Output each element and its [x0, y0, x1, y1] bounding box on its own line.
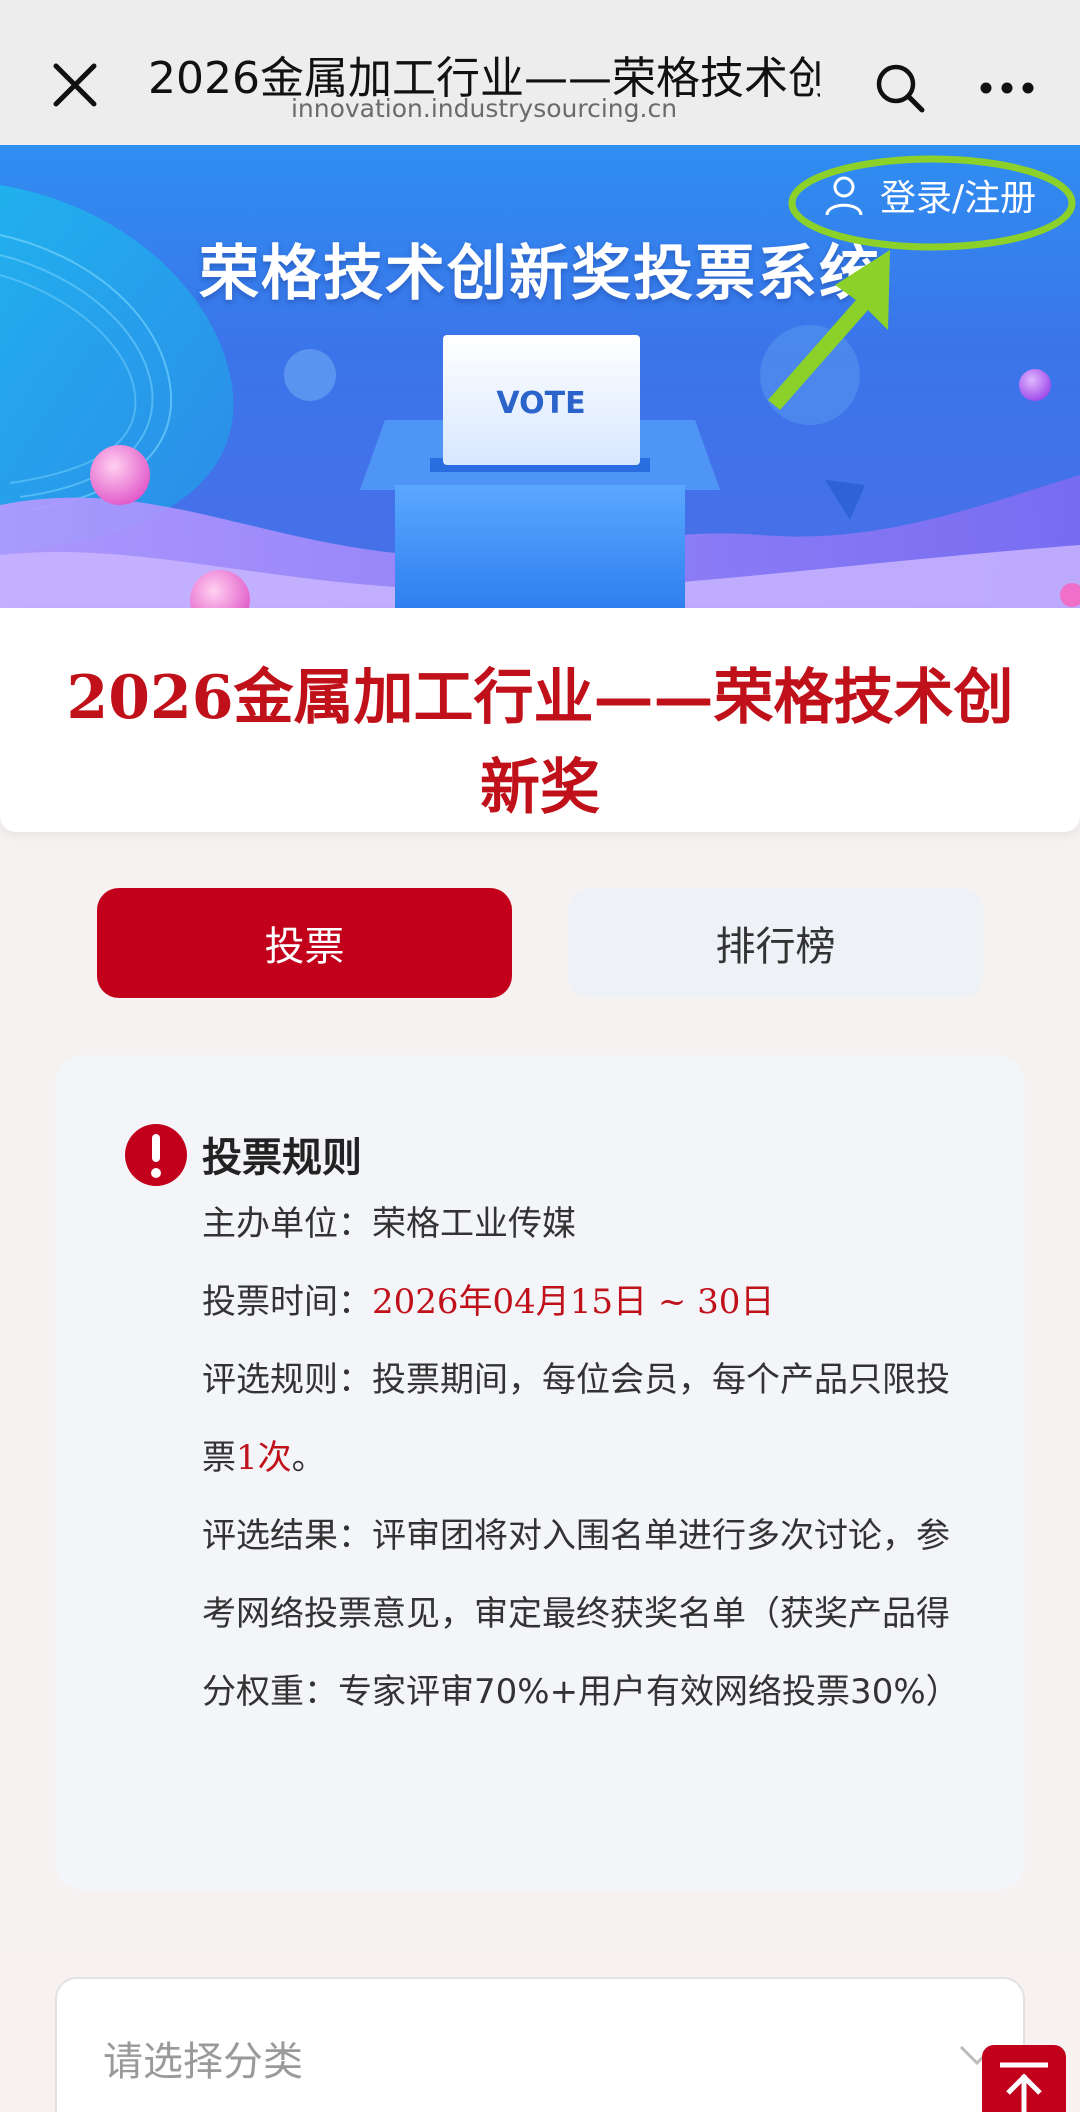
user-icon: [825, 176, 863, 216]
tab-ranking[interactable]: 排行榜: [568, 888, 983, 998]
rules-body: 主办单位：荣格工业传媒 投票时间：2026年04月15日 ~ 30日 评选规则：…: [202, 1185, 982, 1731]
organizer-label: 主办单位：: [202, 1204, 372, 1244]
selection-label: 评选规则：: [202, 1360, 372, 1400]
result-label: 评选结果：: [202, 1516, 372, 1556]
time-value: 2026年04月15日 ~ 30日: [372, 1282, 775, 1322]
more-icon[interactable]: [972, 58, 1042, 118]
rule-organizer: 主办单位：荣格工业传媒: [202, 1185, 982, 1263]
tab-vote[interactable]: 投票: [97, 888, 512, 998]
vote-banner: VOTE 荣格技术创新奖投票系统 登录/注册: [0, 145, 1080, 608]
banner-title: 荣格技术创新奖投票系统: [199, 239, 881, 309]
rules-heading: 投票规则: [202, 1135, 362, 1181]
rule-selection: 评选规则：投票期间，每位会员，每个产品只限投票1次。: [202, 1341, 982, 1497]
event-title: 2026金属加工行业——荣格技术创新奖: [66, 663, 1014, 823]
time-label: 投票时间：: [202, 1282, 372, 1322]
search-icon[interactable]: [870, 58, 930, 118]
close-icon[interactable]: [40, 50, 110, 120]
event-title-card: 2026金属加工行业——荣格技术创新奖: [0, 608, 1080, 832]
back-to-top-button[interactable]: [982, 2045, 1066, 2112]
category-select-placeholder: 请选择分类: [103, 2039, 303, 2085]
page-title: 2026金属加工行业——荣格技术创新奖: [148, 53, 820, 98]
alert-icon: [125, 1124, 187, 1186]
login-register-link[interactable]: 登录/注册: [822, 165, 1036, 225]
page-url: innovation.industrysourcing.cn: [290, 94, 678, 123]
rule-time: 投票时间：2026年04月15日 ~ 30日: [202, 1263, 982, 1341]
browser-top-bar: 2026金属加工行业——荣格技术创新奖 innovation.industrys…: [0, 0, 1080, 145]
selection-end: 。: [291, 1438, 326, 1478]
organizer-value: 荣格工业传媒: [372, 1204, 576, 1244]
arrow-up-icon: [1000, 2062, 1048, 2112]
rule-result: 评选结果：评审团将对入围名单进行多次讨论，参考网络投票意见，审定最终获奖名单（获…: [202, 1497, 982, 1731]
category-select[interactable]: 请选择分类: [55, 1977, 1025, 2112]
login-register-label: 登录/注册: [880, 178, 1037, 219]
vote-paper-label: VOTE: [496, 386, 585, 421]
voting-rules-panel: 投票规则 主办单位：荣格工业传媒 投票时间：2026年04月15日 ~ 30日 …: [55, 1055, 1025, 1890]
selection-count: 1次: [236, 1438, 292, 1478]
